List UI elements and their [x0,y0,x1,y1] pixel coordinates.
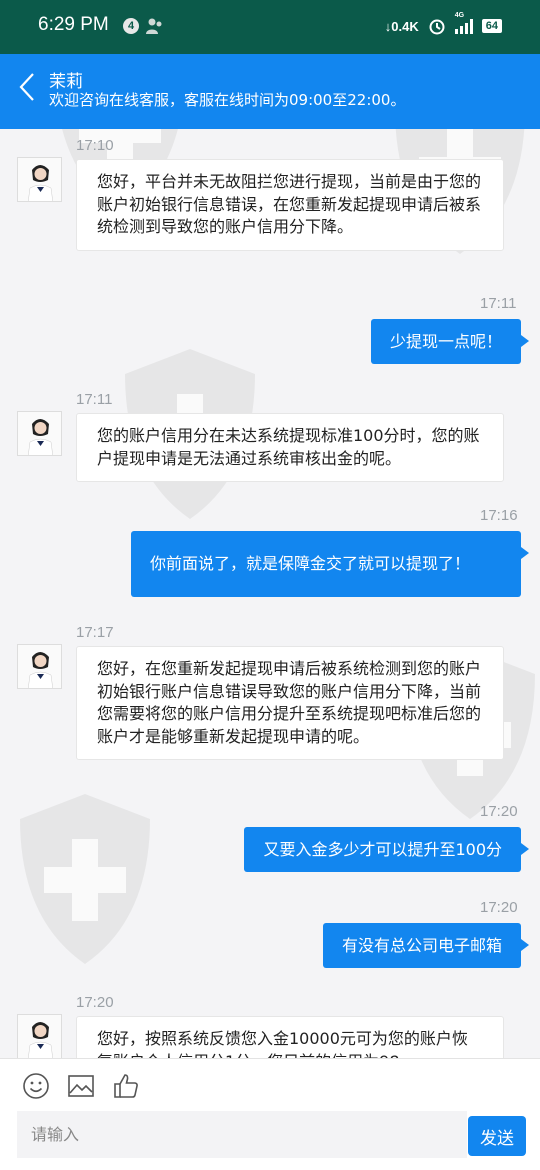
agent-avatar [17,411,62,456]
net-speed: ↓0.4K [384,18,419,34]
incoming-message-bubble: 您好，在您重新发起提现申请后被系统检测到您的账户初始银行账户信息错误导致您的账户… [76,646,504,760]
battery-level: 64 [481,19,502,33]
status-right-group: ↓0.4K 4G 64 [384,12,502,37]
send-button[interactable]: 发送 [468,1116,526,1156]
shield-watermark-icon [20,794,150,964]
chat-message-list[interactable]: 17:10 您好，平台并未无故阻拦您进行提现，当前是由于您的账户初始银行信息错误… [0,129,540,1058]
service-hours-notice: 欢迎咨询在线客服，客服在线时间为09:00至22:00。 [49,91,406,109]
notification-count-badge: 4 [123,18,139,34]
message-timestamp: 17:10 [76,137,114,154]
chat-header: 茉莉 欢迎咨询在线客服，客服在线时间为09:00至22:00。 [0,54,540,129]
user-icon [146,18,162,34]
thumbs-up-icon[interactable] [112,1072,140,1100]
outgoing-message-bubble: 你前面说了，就是保障金交了就可以提现了！ [131,531,529,597]
incoming-message-bubble: 您好，平台并未无故阻拦您进行提现，当前是由于您的账户初始银行信息错误，在您重新发… [76,159,504,251]
image-icon[interactable] [67,1072,95,1100]
outgoing-message-bubble: 又要入金多少才可以提升至100分 [244,827,529,872]
message-timestamp: 17:20 [76,994,114,1011]
message-timestamp: 17:11 [76,391,113,408]
incoming-message-bubble: 您的账户信用分在未达系统提现标准100分时，您的账户提现申请是无法通过系统审核出… [76,413,504,482]
back-chevron-icon[interactable] [16,70,38,104]
incoming-message-bubble: 您好，按照系统反馈您入金10000元可为您的账户恢复账户个人信用分1分，您目前的… [76,1016,504,1058]
agent-avatar [17,1014,62,1058]
agent-avatar [17,157,62,202]
agent-avatar [17,644,62,689]
outgoing-message-bubble: 有没有总公司电子邮箱 [322,923,530,968]
input-toolbar: 发送 [0,1058,540,1170]
outgoing-message-bubble: 少提现一点呢！ [370,319,530,364]
agent-avatar-icon [18,158,61,201]
status-time: 6:29 PM [38,14,109,35]
network-type-label: 4G [454,12,465,19]
agent-avatar-icon [18,645,61,688]
emoji-icon[interactable] [22,1072,50,1100]
message-timestamp: 17:16 [480,507,518,524]
agent-avatar-icon [18,412,61,455]
message-timestamp: 17:17 [76,624,114,641]
status-bar: 6:29 PM 4 ↓0.4K 4G 64 [0,0,540,54]
message-timestamp: 17:11 [480,295,517,312]
message-timestamp: 17:20 [480,803,518,820]
message-timestamp: 17:20 [480,899,518,916]
agent-avatar-icon [18,1015,61,1058]
signal-icon: 4G [454,12,473,34]
message-input[interactable] [17,1111,467,1158]
alarm-icon [429,19,445,35]
